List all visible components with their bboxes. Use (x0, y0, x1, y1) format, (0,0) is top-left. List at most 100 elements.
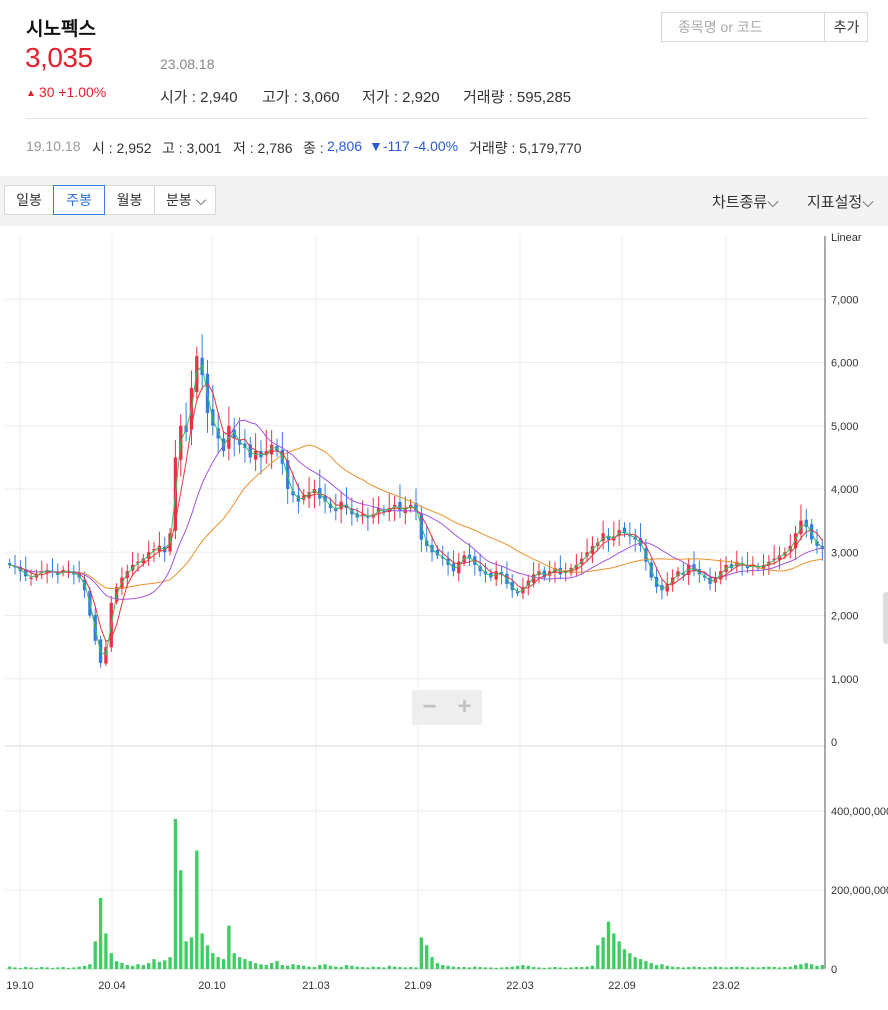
volume-bar (596, 945, 600, 969)
volume-bar (371, 966, 375, 969)
tab-weekly[interactable]: 주봉 (53, 185, 105, 215)
add-button[interactable]: 추가 (824, 13, 868, 41)
price-change: ▲ 30 +1.00% (26, 84, 106, 100)
stock-header: 시노펙스 3,035 ▲ 30 +1.00% 23.08.18 시가 : 2,94… (0, 0, 888, 176)
volume-bar (660, 964, 664, 969)
price-change-value: 30 +1.00% (38, 84, 107, 100)
tab-minute-label: 분봉 (166, 192, 192, 208)
volume-bar (462, 967, 466, 969)
volume-bar (173, 818, 178, 969)
volume-bar (473, 966, 477, 969)
volume-bar (93, 941, 97, 969)
volume-bar (376, 967, 381, 969)
tab-minute[interactable]: 분봉 ⌵ (154, 185, 216, 215)
volume-bar (350, 965, 354, 969)
volume-bar (649, 963, 653, 969)
volume-bar (98, 897, 103, 969)
volume-bar (45, 967, 49, 969)
hover-close: 2,806 (327, 138, 363, 154)
volume-bar (510, 966, 514, 969)
volume-bar (184, 941, 188, 969)
tab-daily[interactable]: 일봉 (4, 185, 54, 215)
volume-bar (633, 957, 637, 969)
x-tick-label: 23.02 (712, 980, 740, 992)
chart-type-menu[interactable]: 차트종류⌵ (712, 191, 779, 212)
volume-bar (291, 964, 295, 969)
x-tick-label: 19.10 (6, 980, 34, 992)
hover-volume: 거래량 : 5,179,770 (469, 140, 582, 156)
volume-bar (745, 967, 750, 969)
stock-chart[interactable]: 19.10 20.04 20.10 21.03 21.09 22.03 22.09 23.02… (0, 226, 888, 1005)
volume-bar (494, 967, 498, 969)
volume-bar (408, 967, 413, 969)
side-scroll-handle[interactable] (883, 592, 888, 644)
volume-bar (109, 953, 113, 969)
volume-bar (334, 966, 338, 969)
volume-bar (157, 961, 162, 969)
volume-bar (323, 964, 327, 969)
volume-bar (275, 961, 279, 969)
volume-bar (200, 933, 204, 969)
volume-bar (564, 967, 568, 969)
volume-axis-label: 400,000,000 (831, 806, 888, 818)
zoom-out-button[interactable]: − (412, 690, 447, 725)
chart-canvas[interactable]: 19.10 20.04 20.10 21.03 21.09 22.03 22.09 23.02… (0, 226, 888, 1005)
divider (26, 118, 869, 119)
volume-bar (425, 945, 429, 969)
volume-bar (793, 965, 798, 969)
volume-bar (29, 967, 33, 969)
volume-bar (729, 967, 734, 969)
volume-bar (382, 967, 386, 969)
volume-bar (360, 967, 365, 969)
volume-bar (724, 967, 728, 969)
volume-bar (195, 850, 199, 969)
chart-type-label: 차트종류 (712, 194, 768, 211)
volume-bar (617, 941, 621, 969)
volume-bar (585, 966, 589, 969)
indicator-settings-menu[interactable]: 지표설정⌵ (807, 191, 874, 212)
volume-bar (441, 965, 445, 969)
volume-bar (654, 965, 659, 969)
volume-bar (280, 965, 284, 969)
stock-search-input[interactable] (662, 13, 824, 41)
volume-bar (114, 961, 119, 969)
volume-bar (820, 965, 824, 969)
volume-bar (13, 967, 17, 969)
volume-bar (355, 966, 359, 969)
stock-search-box: 추가 (661, 12, 868, 42)
volume-bar (163, 960, 167, 969)
zoom-control: − + (412, 690, 482, 725)
volume-bar (665, 965, 669, 969)
volume-bar (708, 967, 712, 969)
tab-monthly[interactable]: 월봉 (104, 185, 155, 215)
volume-bar (687, 967, 691, 969)
price-axis-label: 6,000 (831, 358, 859, 370)
chevron-down-icon: ⌵ (191, 192, 207, 208)
volume-bar (302, 965, 306, 969)
volume-bar (499, 967, 504, 969)
volume-bar (467, 967, 472, 969)
x-tick-label: 20.04 (98, 980, 126, 992)
x-tick-label: 22.09 (608, 980, 636, 992)
scale-mode-label: Linear (831, 232, 862, 244)
indicator-settings-label: 지표설정 (807, 194, 863, 211)
x-tick-label: 20.10 (198, 980, 226, 992)
zoom-in-button[interactable]: + (447, 690, 482, 725)
volume-bar (34, 967, 39, 969)
volume-axis-label: 0 (831, 964, 837, 976)
volume-bar (483, 967, 488, 969)
candle-up (29, 577, 33, 580)
price-axis-label: 4,000 (831, 484, 859, 496)
volume-bar (398, 967, 402, 969)
chevron-down-icon: ⌵ (767, 194, 779, 211)
volume-bar (531, 967, 536, 969)
stock-name: 시노펙스 (26, 19, 96, 40)
chevron-down-icon: ⌵ (862, 194, 874, 211)
volume-bar (179, 870, 183, 969)
price-axis-label: 0 (831, 737, 837, 749)
volume-bar (232, 953, 236, 969)
volume-bar (248, 961, 252, 969)
volume-bar (141, 965, 145, 969)
volume-bar (318, 965, 322, 969)
volume-bar (558, 967, 563, 969)
